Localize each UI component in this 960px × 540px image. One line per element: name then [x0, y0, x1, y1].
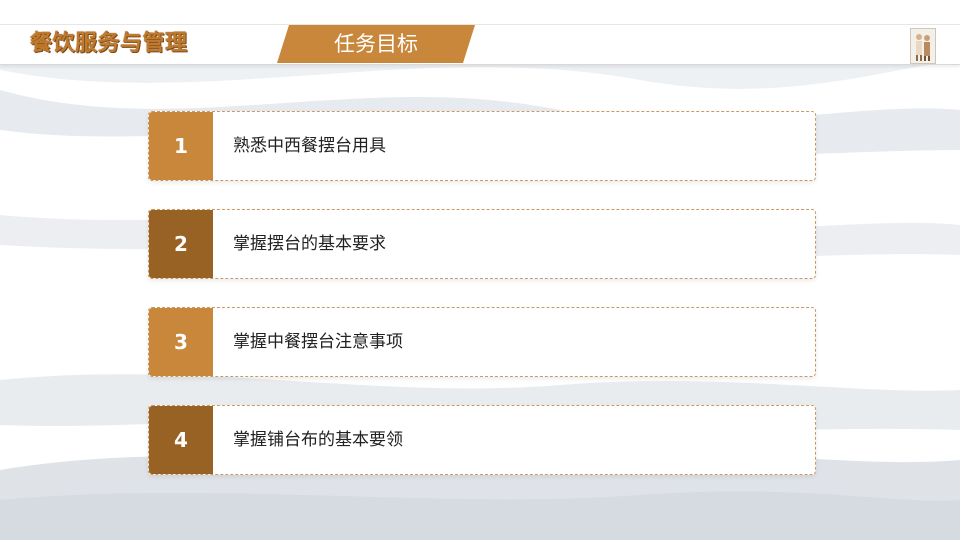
objective-item-3: 3 掌握中餐摆台注意事项: [148, 307, 816, 377]
objective-number: 4: [149, 406, 213, 474]
course-title: 餐饮服务与管理: [30, 31, 188, 56]
header-divider: [0, 24, 960, 25]
objective-text: 掌握摆台的基本要求: [233, 234, 386, 254]
objective-item-4: 4 掌握铺台布的基本要领: [148, 405, 816, 475]
objective-text: 掌握中餐摆台注意事项: [233, 332, 403, 352]
objective-item-2: 2 掌握摆台的基本要求: [148, 209, 816, 279]
slide-header: 餐饮服务与管理 任务目标: [0, 0, 960, 65]
objective-text: 掌握铺台布的基本要领: [233, 430, 403, 450]
section-tab-label: 任务目标: [334, 32, 418, 56]
figure-logo-icon: [910, 28, 936, 64]
objective-number: 2: [149, 210, 213, 278]
objective-number: 1: [149, 112, 213, 180]
objective-text: 熟悉中西餐摆台用具: [233, 136, 386, 156]
objective-item-1: 1 熟悉中西餐摆台用具: [148, 111, 816, 181]
objective-number: 3: [149, 308, 213, 376]
